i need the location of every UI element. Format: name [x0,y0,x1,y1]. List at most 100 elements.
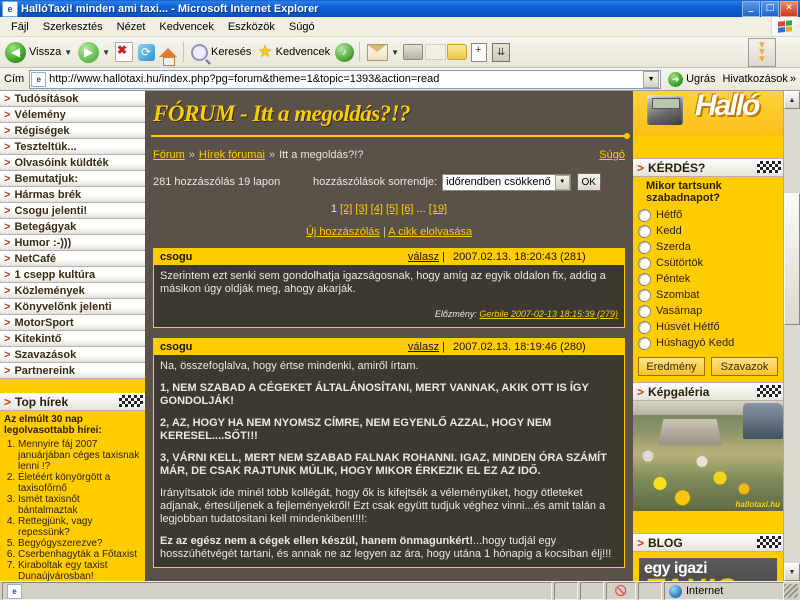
menu-view[interactable]: Nézet [110,19,153,35]
list-item[interactable]: Rettegjünk, vagy repessünk? [18,516,141,538]
discuss-button[interactable] [468,41,490,63]
address-input[interactable]: e http://www.hallotaxi.hu/index.php?pg=f… [29,69,662,89]
reply-link[interactable]: válasz [408,251,439,263]
favorites-button[interactable]: ★ Kedvencek [254,39,333,65]
sidebar-item-kozlemenyek[interactable]: > Közlemények [0,283,145,299]
back-dropdown-icon[interactable]: ▼ [64,48,72,57]
pagination-page-3[interactable]: [3] [355,203,367,215]
maximize-button[interactable]: □ [761,0,779,17]
search-button[interactable]: Keresés [188,39,254,65]
poll-option-csutortok[interactable]: Csütörtök [638,255,778,271]
back-button[interactable]: ◀ Vissza ▼ [2,39,75,65]
gallery-photo[interactable]: hallotaxi.hu [633,401,783,511]
sidebar-item-bemutatjuk[interactable]: > Bemutatjuk: [0,171,145,187]
scroll-down-button[interactable]: ▼ [784,563,800,581]
radio-icon[interactable] [638,304,651,318]
forward-button[interactable]: ▶ ▼ [75,39,113,65]
scroll-up-button[interactable]: ▲ [784,91,800,109]
address-url-text[interactable]: http://www.hallotaxi.hu/index.php?pg=for… [49,73,640,85]
poll-option-kedd[interactable]: Kedd [638,223,778,239]
list-item[interactable]: Kiraboltak egy taxist Dunaújvárosban! [18,560,141,581]
stop-button[interactable] [113,41,135,63]
sidebar-item-harmas-brek[interactable]: > Hármas brék [0,187,145,203]
home-button[interactable] [157,41,179,66]
sidebar-item-olvasoink-kuldtek[interactable]: > Olvasóink küldték [0,155,145,171]
menu-help[interactable]: Súgó [282,19,322,35]
gallery-header[interactable]: > Képgaléria [633,382,783,401]
radio-icon[interactable] [638,288,651,302]
blog-banner-image[interactable]: egy igazi TAXIS [639,558,777,581]
sidebar-item-partnereink[interactable]: > Partnereink [0,363,145,379]
help-link[interactable]: Súgó [599,149,625,161]
sidebar-item-tudositasok[interactable]: > Tudósítások [0,91,145,107]
sort-select[interactable]: időrendben csökkenő ▼ [442,173,571,191]
sidebar-item-konyvelonk-jelenti[interactable]: > Könyvelőnk jelenti [0,299,145,315]
blog-header[interactable]: > BLOG [633,533,783,552]
sidebar-item-szavazasok[interactable]: > Szavazások [0,347,145,363]
radio-icon[interactable] [638,320,651,334]
download-manager-button[interactable]: ▼ ▼ ▼ [748,38,776,67]
sort-ok-button[interactable]: OK [576,173,601,191]
poll-results-button[interactable]: Eredmény [638,357,705,376]
poll-option-szombat[interactable]: Szombat [638,287,778,303]
mail-dropdown-icon[interactable]: ▼ [391,48,399,57]
menu-edit[interactable]: Szerkesztés [36,19,110,35]
print-button[interactable] [402,41,424,63]
status-blocked-cell[interactable]: 🚫 [606,582,636,600]
top-news-header[interactable]: > Top hírek [0,393,145,411]
list-item[interactable]: Cserbenhagyták a Főtaxist [18,549,141,560]
radio-icon[interactable] [638,240,651,254]
poll-vote-button[interactable]: Szavazok [711,357,778,376]
pagination-page-6[interactable]: [6] [401,203,413,215]
sidebar-item-regisegek[interactable]: > Régiségek [0,123,145,139]
breadcrumb-forum[interactable]: Fórum [153,149,185,161]
read-article-link[interactable]: A cikk elolvasása [388,226,472,238]
radio-icon[interactable] [638,208,651,222]
poll-option-pentek[interactable]: Péntek [638,271,778,287]
links-button[interactable]: Hivatkozások » [722,73,798,85]
radio-icon[interactable] [638,224,651,238]
scrollbar-thumb[interactable] [784,193,800,325]
history-link[interactable]: Gerbile 2007-02-13 18:15:39 (279) [479,309,618,319]
chevron-down-icon[interactable]: ▼ [554,174,570,190]
pagination-page-4[interactable]: [4] [371,203,383,215]
refresh-button[interactable]: ⟳ [135,41,157,63]
minimize-button[interactable]: _ [742,0,760,17]
list-item[interactable]: Begyógyszerezve? [18,538,141,549]
poll-option-hetfo[interactable]: Hétfő [638,207,778,223]
sidebar-item-betegagyak[interactable]: > Betegágyak [0,219,145,235]
radio-icon[interactable] [638,256,651,270]
pagination-page-2[interactable]: [2] [340,203,352,215]
radio-icon[interactable] [638,272,651,286]
mail-button[interactable]: ▼ [364,39,402,65]
poll-option-szerda[interactable]: Szerda [638,239,778,255]
sidebar-item-1-csepp-kultura[interactable]: >1 csepp kultúra [0,267,145,283]
breadcrumb-section[interactable]: Hírek fórumai [199,149,265,161]
address-dropdown-icon[interactable]: ▼ [643,70,660,88]
list-item[interactable]: Életéért könyörgött a taxisofőrnő [18,472,141,494]
reply-link[interactable]: válasz [408,341,439,353]
list-item[interactable]: Mennyire fáj 2007 januárjában céges taxi… [18,439,141,472]
go-button[interactable]: ➜ Ugrás [664,71,719,87]
sidebar-item-teszteltuk[interactable]: > Teszteltük... [0,139,145,155]
new-post-link[interactable]: Új hozzászólás [306,226,380,238]
page-scrollbar[interactable]: ▲ ▼ [783,91,800,581]
close-button[interactable]: ✕ [780,0,798,17]
sidebar-item-humor[interactable]: > Humor :-))) [0,235,145,251]
folder-button[interactable] [446,41,468,63]
radio-icon[interactable] [638,336,651,350]
resize-grip[interactable] [784,584,798,598]
menu-file[interactable]: Fájl [4,19,36,35]
forward-dropdown-icon[interactable]: ▼ [102,48,110,57]
pagination-page-last[interactable]: [19] [429,203,447,215]
list-item[interactable]: Ismét taxisnőt bántalmaztak [18,494,141,516]
poll-option-vasarnap[interactable]: Vasárnap [638,303,778,319]
sidebar-item-netcafe[interactable]: > NetCafé [0,251,145,267]
menu-favorites[interactable]: Kedvencek [152,19,220,35]
messenger-button[interactable]: ⇊ [490,41,512,63]
media-button[interactable]: ♪ [333,41,355,63]
poll-option-husvet-hetfo[interactable]: Húsvét Hétfő [638,319,778,335]
poll-option-hushagyo-kedd[interactable]: Húshagyó Kedd [638,335,778,351]
sidebar-item-csogu-jelenti[interactable]: > Csogu jelenti! [0,203,145,219]
pagination-page-5[interactable]: [5] [386,203,398,215]
